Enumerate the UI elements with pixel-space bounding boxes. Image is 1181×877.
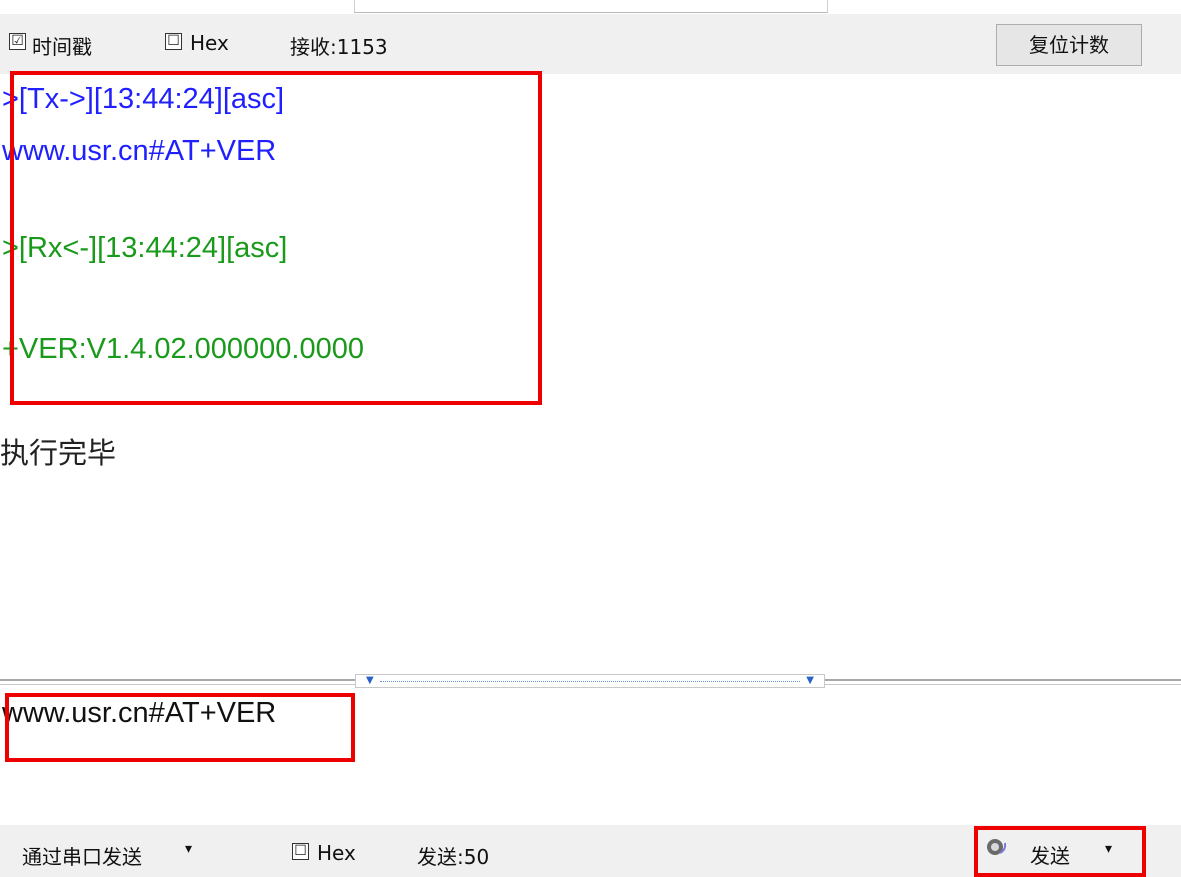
send-input-highlight-box [5,693,355,762]
send-button[interactable] [974,826,1146,877]
timestamp-checkbox[interactable]: ☑ [9,33,26,50]
splitter-arrow-icon[interactable]: ▼ [806,675,814,687]
send-count: 发送:50 [417,845,490,869]
receive-count: 接收:1153 [290,35,388,59]
status-line: 执行完毕 [0,438,117,470]
dropdown-arrow-icon[interactable]: ▾ [185,841,192,857]
log-highlight-box [10,71,542,405]
reset-count-button[interactable]: 复位计数 [996,24,1142,66]
hex-send-label: Hex [317,841,356,865]
hex-receive-checkbox[interactable]: ☐ [165,33,182,50]
splitter-arrow-icon[interactable]: ▼ [366,675,374,687]
tab-edge [354,0,828,13]
hex-receive-label: Hex [190,31,229,55]
top-strip [0,0,1181,14]
hex-send-checkbox[interactable]: ☐ [292,843,309,860]
send-via-dropdown[interactable]: 通过串口发送 [22,841,142,870]
splitter-handle[interactable]: ▼ ▼ [355,674,825,688]
splitter-grip [380,681,800,682]
pane-splitter[interactable]: ▼ ▼ [0,672,1181,692]
timestamp-label: 时间戳 [32,35,92,59]
